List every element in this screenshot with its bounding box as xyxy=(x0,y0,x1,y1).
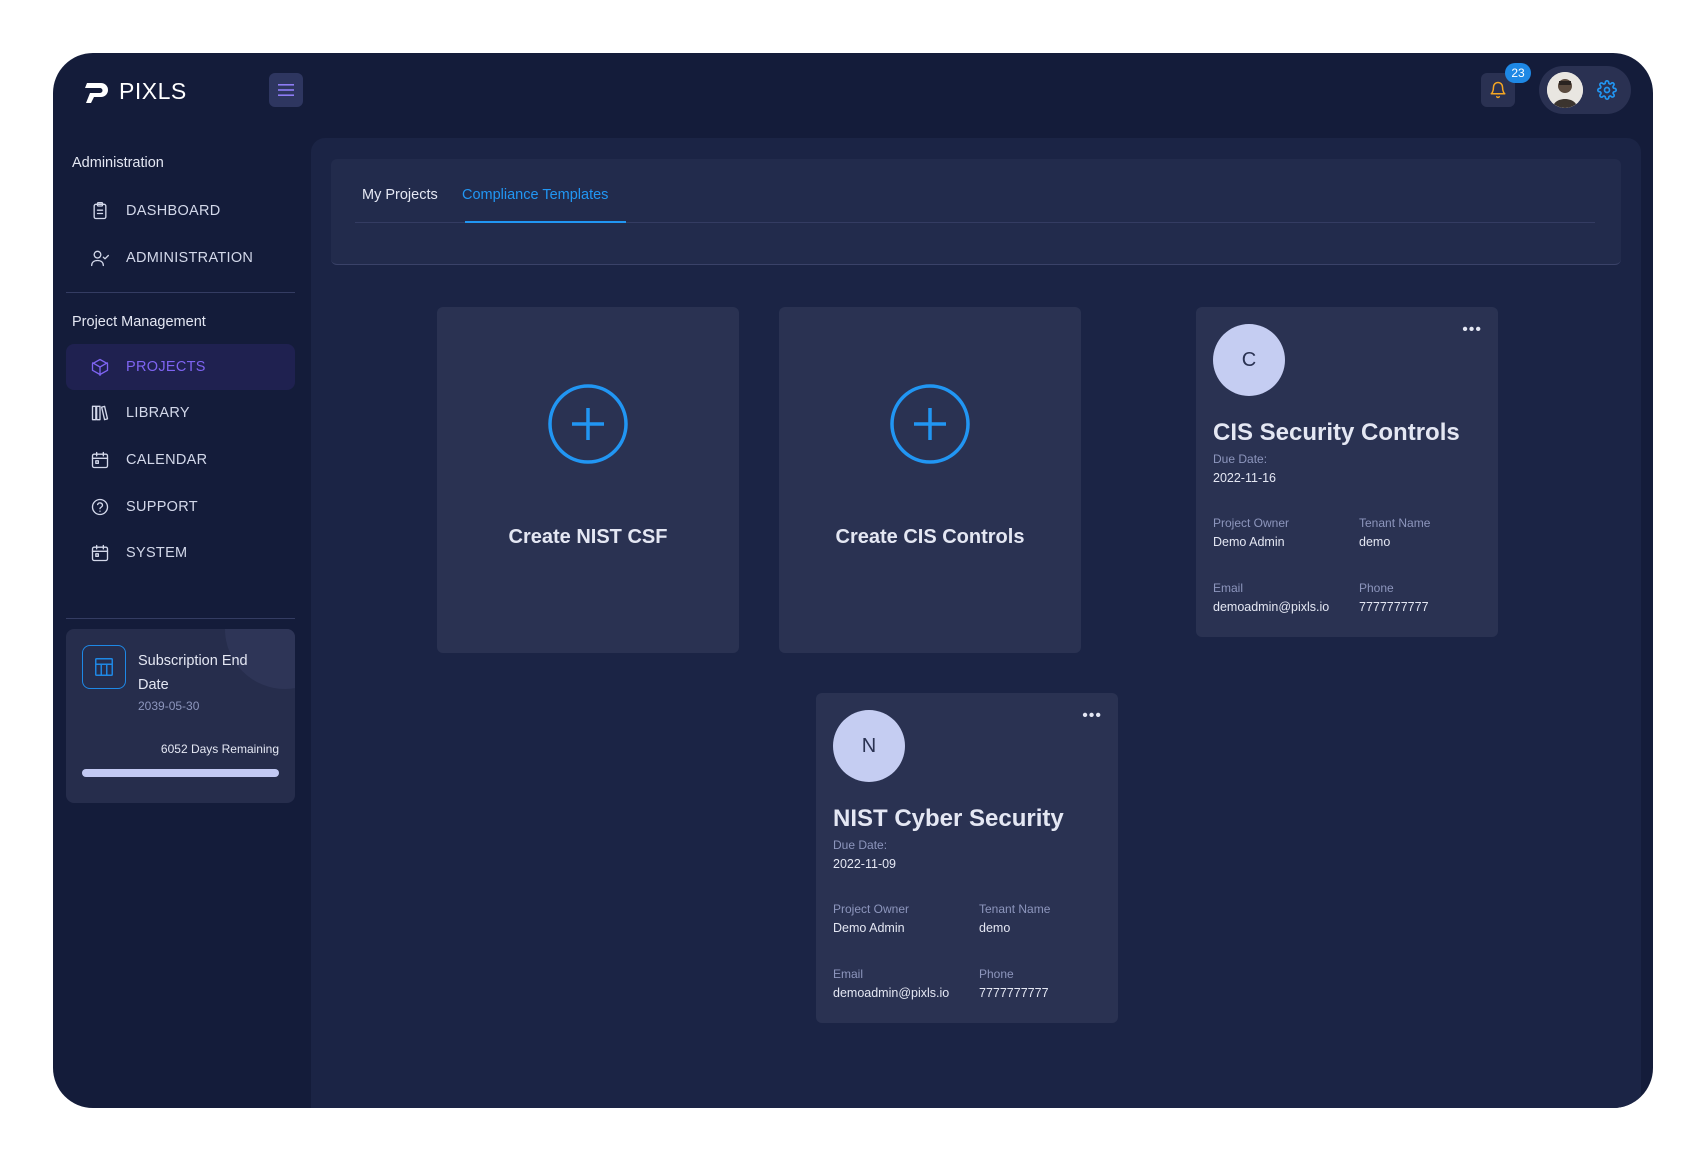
phone-value: 7777777777 xyxy=(979,986,1049,1000)
due-date-value: 2022-11-09 xyxy=(833,857,897,871)
project-title: CIS Security Controls xyxy=(1213,419,1460,446)
tenant-name-label: Tenant Name xyxy=(979,902,1051,916)
email-value: demoadmin@pixls.io xyxy=(833,986,950,1000)
app-logo[interactable]: PIXLS xyxy=(83,78,187,105)
active-tab-indicator xyxy=(465,221,626,223)
app-name: PIXLS xyxy=(119,78,187,104)
tenant-name-value: demo xyxy=(1359,535,1391,549)
layout-icon xyxy=(95,658,113,676)
user-avatar[interactable] xyxy=(1547,72,1583,108)
sidebar-divider xyxy=(66,618,295,619)
sidebar-item-projects[interactable]: PROJECTS xyxy=(66,344,295,390)
sidebar-item-label: LIBRARY xyxy=(126,405,190,421)
project-title: NIST Cyber Security xyxy=(833,805,1064,832)
project-avatar: N xyxy=(833,710,905,782)
tenant-name-value: demo xyxy=(979,921,1011,935)
clipboard-icon xyxy=(93,202,107,220)
subscription-progress-bar xyxy=(82,769,279,777)
more-options-icon[interactable]: ••• xyxy=(1082,707,1102,725)
bell-icon xyxy=(1490,81,1506,99)
user-photo-icon xyxy=(1547,72,1583,108)
email-value: demoadmin@pixls.io xyxy=(1213,600,1330,614)
hamburger-icon xyxy=(278,84,294,96)
create-card-label: Create NIST CSF xyxy=(508,526,668,548)
sidebar-item-label: PROJECTS xyxy=(126,359,206,375)
project-avatar: C xyxy=(1213,324,1285,396)
project-owner-label: Project Owner xyxy=(833,902,910,916)
settings-gear-icon[interactable] xyxy=(1597,80,1617,100)
sidebar-item-administration[interactable]: ADMINISTRATION xyxy=(66,235,295,281)
project-owner-label: Project Owner xyxy=(1213,516,1290,530)
books-icon xyxy=(91,405,109,421)
subscription-icon-box xyxy=(82,645,126,689)
sidebar: Administration DASHBOARD ADMINISTRATION … xyxy=(53,138,310,1108)
add-circle-icon xyxy=(890,384,970,464)
create-cis-controls-card[interactable]: Create CIS Controls xyxy=(779,307,1081,653)
notification-badge: 23 xyxy=(1505,63,1531,83)
sidebar-item-label: CALENDAR xyxy=(126,452,208,468)
section-title-administration: Administration xyxy=(72,155,164,171)
tab-my-projects[interactable]: My Projects xyxy=(362,187,438,203)
project-owner-value: Demo Admin xyxy=(1213,535,1285,549)
sidebar-item-label: SYSTEM xyxy=(126,545,188,561)
app-frame: PIXLS 23 Administration DASHBOARD ADMINI… xyxy=(53,53,1653,1108)
pixls-logo-icon xyxy=(85,82,108,103)
user-check-icon xyxy=(91,250,110,267)
project-owner-value: Demo Admin xyxy=(833,921,905,935)
sidebar-item-calendar[interactable]: CALENDAR xyxy=(66,437,295,483)
email-label: Email xyxy=(1213,581,1244,595)
sidebar-divider xyxy=(66,292,295,293)
sidebar-item-label: SUPPORT xyxy=(126,499,198,515)
phone-label: Phone xyxy=(1359,581,1394,595)
email-label: Email xyxy=(833,967,864,981)
phone-value: 7777777777 xyxy=(1359,600,1429,614)
due-date-label: Due Date: xyxy=(1213,452,1268,466)
sidebar-item-system[interactable]: SYSTEM xyxy=(66,530,295,576)
more-options-icon[interactable]: ••• xyxy=(1462,321,1482,339)
section-title-project-management: Project Management xyxy=(72,314,206,330)
calendar-icon xyxy=(91,544,109,562)
create-card-label: Create CIS Controls xyxy=(835,526,1025,548)
days-remaining: 6052 Days Remaining xyxy=(160,742,279,756)
sidebar-item-support[interactable]: SUPPORT xyxy=(66,484,295,530)
project-card[interactable]: C ••• CIS Security Controls Due Date: 20… xyxy=(1196,307,1498,637)
sidebar-item-library[interactable]: LIBRARY xyxy=(66,390,295,436)
subscription-date: 2039-05-30 xyxy=(138,699,200,713)
calendar-icon xyxy=(91,451,109,469)
main-content: My Projects Compliance Templates Create … xyxy=(311,138,1641,1108)
help-circle-icon xyxy=(91,498,109,516)
create-nist-csf-card[interactable]: Create NIST CSF xyxy=(437,307,739,653)
due-date-value: 2022-11-16 xyxy=(1213,471,1277,485)
sidebar-item-dashboard[interactable]: DASHBOARD xyxy=(66,188,295,234)
subscription-progress-fill xyxy=(82,769,279,777)
project-card[interactable]: N ••• NIST Cyber Security Due Date: 2022… xyxy=(816,693,1118,1023)
tabs-panel: My Projects Compliance Templates xyxy=(331,159,1621,265)
cube-icon xyxy=(91,358,109,376)
phone-label: Phone xyxy=(979,967,1014,981)
profile-menu[interactable] xyxy=(1539,66,1631,114)
add-circle-icon xyxy=(548,384,628,464)
due-date-label: Due Date: xyxy=(833,838,888,852)
subscription-card: Subscription End Date 2039-05-30 6052 Da… xyxy=(66,629,295,803)
tab-compliance-templates[interactable]: Compliance Templates xyxy=(462,187,608,203)
tenant-name-label: Tenant Name xyxy=(1359,516,1431,530)
menu-toggle-button[interactable] xyxy=(269,73,303,107)
subscription-title: Subscription End Date xyxy=(138,653,248,693)
sidebar-item-label: DASHBOARD xyxy=(126,203,221,219)
sidebar-item-label: ADMINISTRATION xyxy=(126,250,254,266)
